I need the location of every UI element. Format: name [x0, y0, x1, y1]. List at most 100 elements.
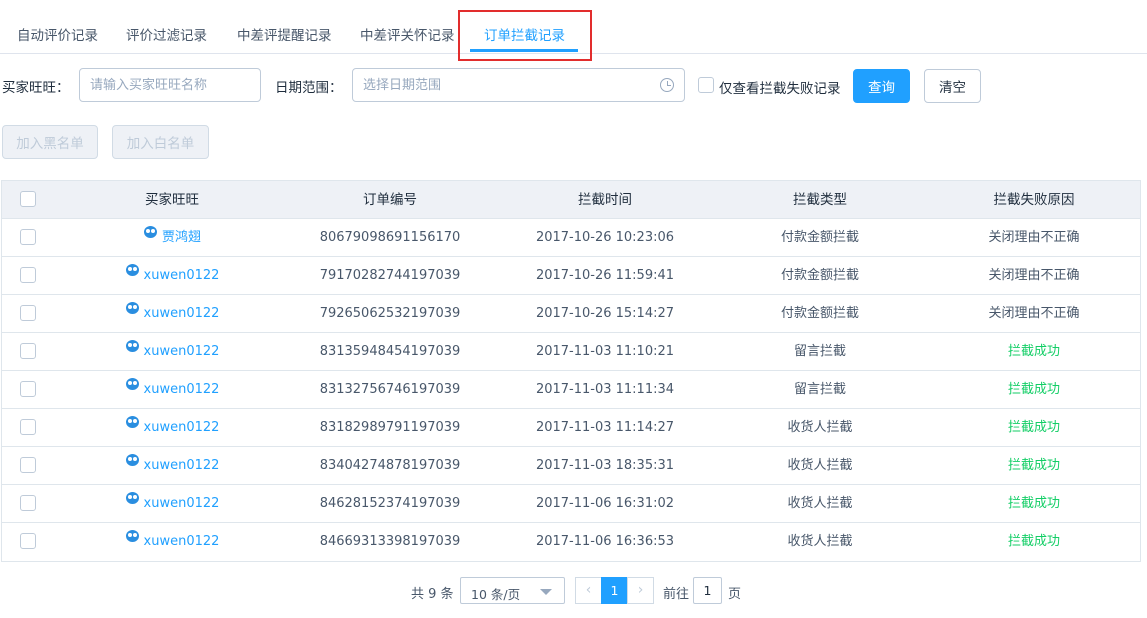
wangwang-icon[interactable]: [143, 225, 158, 239]
column-header-buyer: 买家旺旺: [145, 192, 199, 208]
row-checkbox[interactable]: [20, 418, 36, 435]
row-checkbox[interactable]: [20, 494, 36, 511]
row-checkbox[interactable]: [20, 342, 36, 359]
table-body: 贾鸿翅 80679098691156170 2017-10-26 10:23:06 付…: [2, 219, 1140, 561]
next-page-button[interactable]: ›: [627, 577, 654, 604]
failed-only-label: 仅查看拦截失败记录: [719, 81, 841, 97]
query-button[interactable]: 查询: [853, 69, 910, 103]
goto-page-input[interactable]: [693, 577, 722, 604]
chevron-down-icon: [540, 589, 552, 595]
order-id-cell: 84628152374197039: [319, 496, 461, 511]
tab-auto-review[interactable]: 自动评价记录: [17, 24, 98, 44]
fail-reason-cell: 拦截成功: [1007, 534, 1060, 549]
buyer-name-link[interactable]: xuwen0122: [144, 458, 220, 473]
intercept-type-cell: 付款金额拦截: [780, 230, 859, 245]
buyer-name-link[interactable]: xuwen0122: [144, 268, 220, 283]
table-row[interactable]: xuwen0122 83132756746197039 2017-11-03 11:…: [2, 371, 1140, 409]
intercept-time-cell: 2017-10-26 11:59:41: [535, 268, 675, 283]
current-page-button[interactable]: 1: [601, 577, 628, 604]
wangwang-icon[interactable]: [125, 263, 140, 277]
row-checkbox-cell: [2, 219, 54, 257]
intercept-type-cell: 收货人拦截: [787, 496, 853, 511]
row-checkbox[interactable]: [20, 266, 36, 283]
wangwang-icon[interactable]: [125, 377, 140, 391]
clock-icon: [660, 78, 674, 92]
date-range-input[interactable]: [352, 68, 685, 102]
table-row[interactable]: xuwen0122 83182989791197039 2017-11-03 11:…: [2, 409, 1140, 447]
buyer-search-input[interactable]: [79, 68, 261, 102]
intercept-time-cell: 2017-11-03 11:11:34: [535, 382, 675, 397]
wangwang-icon[interactable]: [125, 339, 140, 353]
buyer-name-link[interactable]: xuwen0122: [144, 306, 220, 321]
wangwang-icon[interactable]: [125, 301, 140, 315]
table-row[interactable]: xuwen0122 83135948454197039 2017-11-03 11:…: [2, 333, 1140, 371]
clear-button[interactable]: 清空: [924, 69, 981, 103]
row-checkbox-cell: [2, 485, 54, 523]
buyer-cell: 贾鸿翅: [54, 219, 290, 257]
order-id-cell: 84669313398197039: [319, 534, 461, 549]
table-header: 买家旺旺 订单编号 拦截时间 拦截类型 拦截失败原因: [2, 181, 1140, 219]
row-checkbox[interactable]: [20, 380, 36, 397]
buyer-cell: xuwen0122: [54, 409, 290, 447]
buyer-cell: xuwen0122: [54, 523, 290, 561]
row-checkbox[interactable]: [20, 532, 36, 549]
intercept-time-cell: 2017-11-03 18:35:31: [535, 458, 675, 473]
intercept-type-cell: 收货人拦截: [787, 534, 853, 549]
order-id-cell: 83132756746197039: [319, 382, 461, 397]
wangwang-icon[interactable]: [125, 529, 140, 543]
table-row[interactable]: xuwen0122 79170282744197039 2017-10-26 11:…: [2, 257, 1140, 295]
buyer-name-link[interactable]: 贾鸿翅: [162, 230, 201, 245]
wangwang-icon[interactable]: [125, 491, 140, 505]
table-row[interactable]: xuwen0122 84669313398197039 2017-11-06 16:…: [2, 523, 1140, 561]
table-row[interactable]: xuwen0122 84628152374197039 2017-11-06 16:…: [2, 485, 1140, 523]
wangwang-icon[interactable]: [125, 415, 140, 429]
buyer-name-link[interactable]: xuwen0122: [144, 496, 220, 511]
prev-page-button[interactable]: ‹: [575, 577, 602, 604]
table-row[interactable]: 贾鸿翅 80679098691156170 2017-10-26 10:23:06 付…: [2, 219, 1140, 257]
add-whitelist-button[interactable]: 加入白名单: [112, 125, 209, 159]
row-checkbox-cell: [2, 295, 54, 333]
buyer-filter-label: 买家旺旺：: [2, 80, 70, 96]
buyer-name-link[interactable]: xuwen0122: [144, 344, 220, 359]
fail-reason-cell: 拦截成功: [1007, 496, 1060, 511]
fail-reason-cell: 关闭理由不正确: [988, 230, 1080, 245]
buyer-cell: xuwen0122: [54, 447, 290, 485]
row-checkbox[interactable]: [20, 228, 36, 245]
order-id-cell: 79265062532197039: [319, 306, 461, 321]
table-row[interactable]: xuwen0122 79265062532197039 2017-10-26 15:…: [2, 295, 1140, 333]
intercept-time-cell: 2017-11-03 11:14:27: [535, 420, 675, 435]
intercept-type-cell: 留言拦截: [793, 382, 846, 397]
table-row[interactable]: xuwen0122 83404274878197039 2017-11-03 18:…: [2, 447, 1140, 485]
order-id-cell: 83404274878197039: [319, 458, 461, 473]
failed-only-checkbox[interactable]: [698, 77, 714, 93]
wangwang-icon[interactable]: [125, 453, 140, 467]
row-checkbox[interactable]: [20, 304, 36, 321]
date-range-label: 日期范围：: [275, 80, 343, 96]
column-header-type: 拦截类型: [793, 192, 847, 208]
row-checkbox[interactable]: [20, 456, 36, 473]
goto-label: 前往: [663, 587, 690, 602]
tab-negative-care[interactable]: 中差评关怀记录: [360, 24, 455, 44]
buyer-name-link[interactable]: xuwen0122: [144, 534, 220, 549]
buyer-cell: xuwen0122: [54, 371, 290, 409]
fail-reason-cell: 拦截成功: [1007, 458, 1060, 473]
buyer-name-link[interactable]: xuwen0122: [144, 382, 220, 397]
tab-review-filter[interactable]: 评价过滤记录: [126, 24, 207, 44]
add-blacklist-button[interactable]: 加入黑名单: [2, 125, 98, 159]
intercept-time-cell: 2017-11-06 16:31:02: [535, 496, 675, 511]
intercept-time-cell: 2017-10-26 10:23:06: [535, 230, 675, 245]
row-checkbox-cell: [2, 409, 54, 447]
page-size-select[interactable]: 10 条/页: [460, 577, 565, 604]
buyer-name-link[interactable]: xuwen0122: [144, 420, 220, 435]
tab-highlight-box: [458, 10, 592, 61]
column-header-reason: 拦截失败原因: [993, 192, 1075, 208]
row-checkbox-cell: [2, 371, 54, 409]
intercept-type-cell: 收货人拦截: [787, 458, 853, 473]
select-all-checkbox[interactable]: [20, 191, 36, 207]
fail-reason-cell: 拦截成功: [1007, 344, 1060, 359]
tab-negative-reminder[interactable]: 中差评提醒记录: [237, 24, 332, 44]
page-suffix-label: 页: [728, 587, 742, 602]
buyer-cell: xuwen0122: [54, 333, 290, 371]
fail-reason-cell: 关闭理由不正确: [988, 306, 1080, 321]
intercept-type-cell: 付款金额拦截: [780, 306, 859, 321]
